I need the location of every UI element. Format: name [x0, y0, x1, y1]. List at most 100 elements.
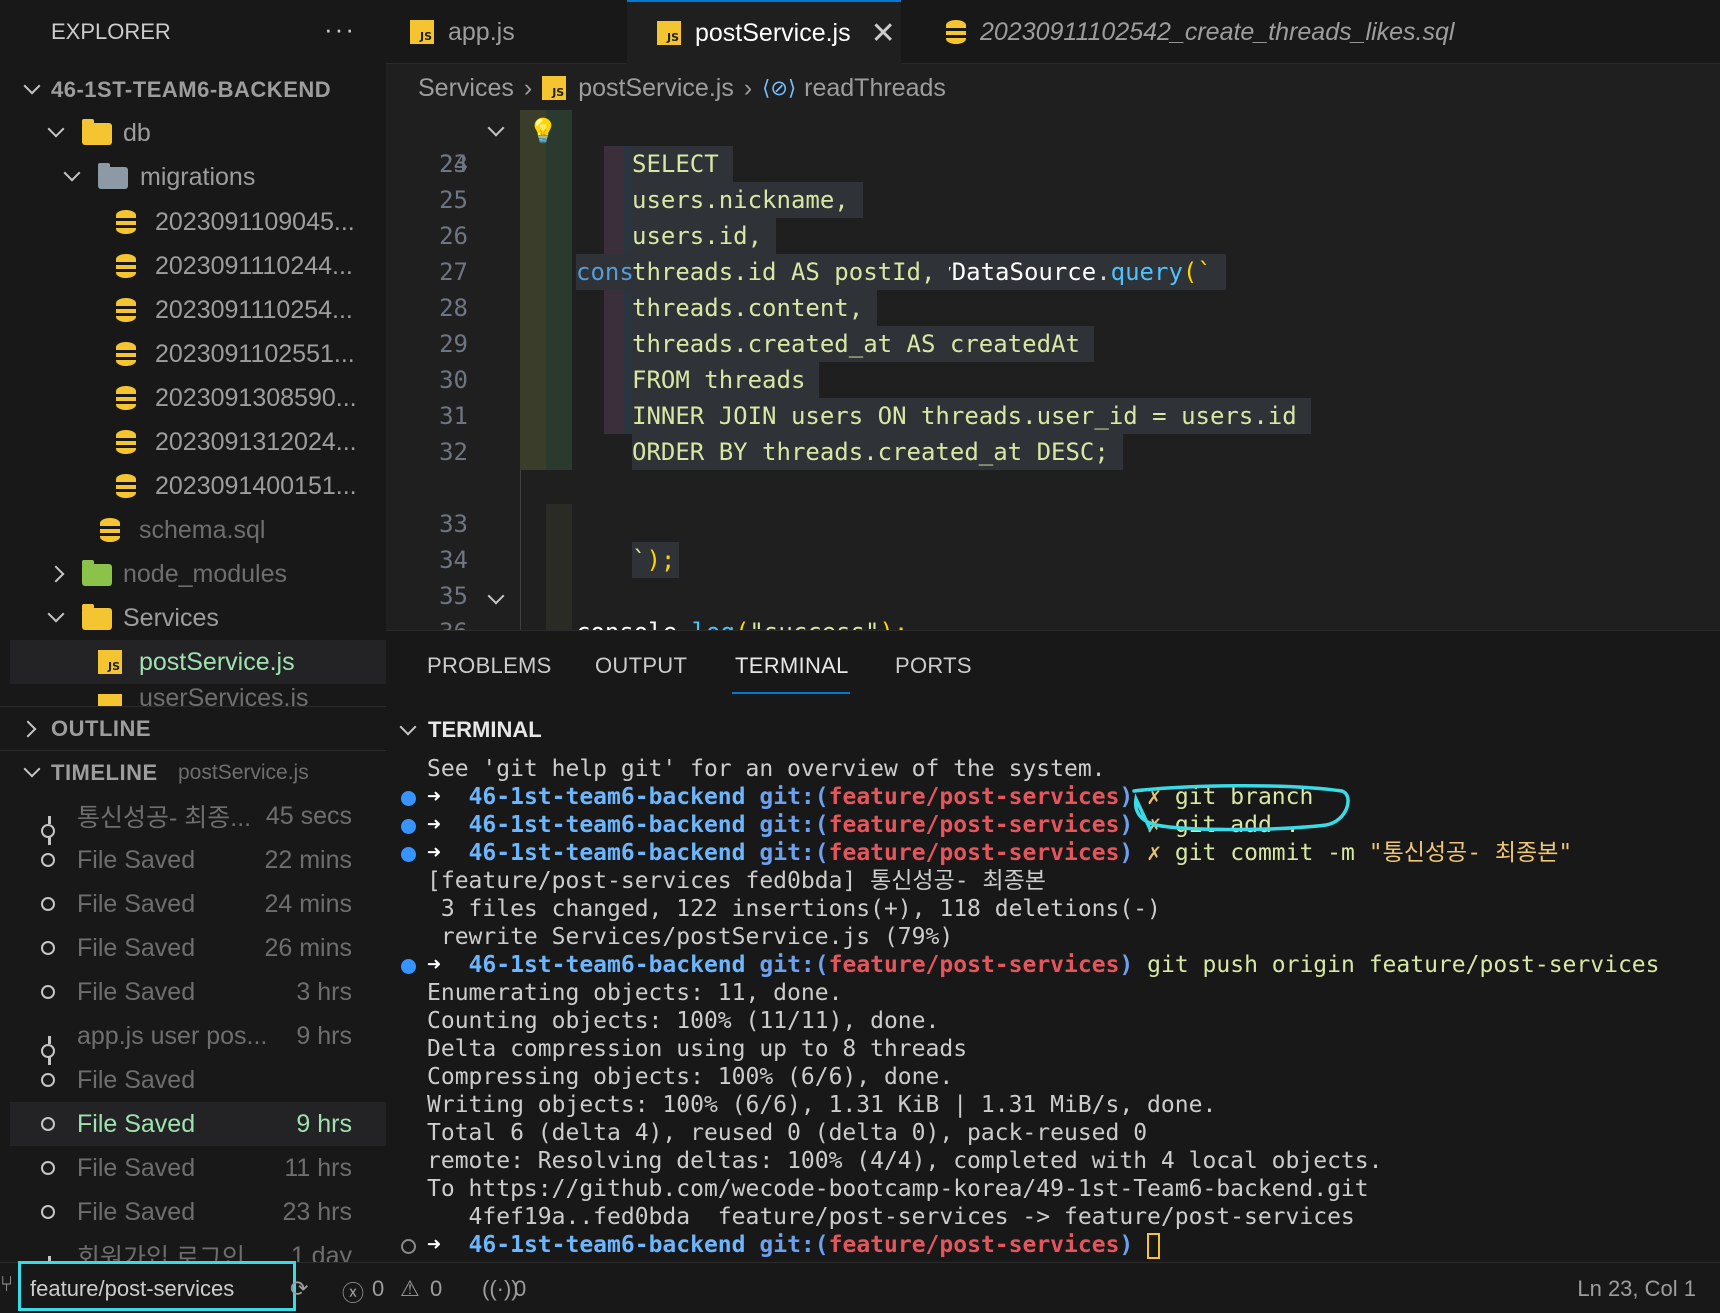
error-icon[interactable]: ⓧ	[342, 1276, 364, 1308]
code-editor[interactable]: 23 💡 const getThread = await myDataSourc…	[386, 110, 1720, 630]
timeline-entry[interactable]: File Saved	[10, 1058, 386, 1102]
timeline-entry[interactable]: File Saved 3 hrs	[10, 970, 386, 1014]
cursor-position[interactable]: Ln 23, Col 1	[1577, 1276, 1696, 1302]
database-file-icon	[116, 474, 136, 498]
tree-file-migration[interactable]: 2023091400151...	[0, 464, 386, 508]
warning-count[interactable]: 0	[430, 1276, 442, 1302]
file-saved-icon	[41, 1117, 55, 1131]
code-line: 33 `);	[386, 470, 1720, 578]
timeline-entry[interactable]: 통신성공- 최종... 45 secs	[10, 794, 386, 845]
tree-folder-migrations[interactable]: migrations	[0, 155, 386, 199]
tree-file-migration[interactable]: 2023091102551...	[0, 332, 386, 376]
outline-section[interactable]: OUTLINE	[0, 706, 386, 750]
tree-item-label: 2023091102551...	[155, 339, 355, 368]
ports-count[interactable]: 0	[514, 1276, 526, 1302]
timeline-section[interactable]: TIMELINE postService.js	[0, 750, 386, 794]
tab-sql-migration[interactable]: 20230911102542_create_threads_likes.sql	[946, 0, 1454, 64]
lightbulb-icon[interactable]: 💡	[528, 113, 558, 149]
chevron-down-icon	[47, 605, 65, 623]
tree-file-migration[interactable]: 2023091110244...	[0, 244, 386, 288]
tree-folder-services[interactable]: Services	[0, 596, 386, 640]
terminal-prompt-line: ➜ 46-1st-team6-backend git:(feature/post…	[427, 1231, 1161, 1259]
timeline-entry[interactable]: File Saved 9 hrs	[10, 1102, 386, 1146]
tree-file-user-services[interactable]: JS userServices.js	[0, 684, 386, 706]
chevron-down-icon	[23, 760, 41, 778]
terminal-prompt-line: ➜ 46-1st-team6-backend git:(feature/post…	[427, 952, 1660, 978]
warning-icon[interactable]: ⚠	[400, 1276, 420, 1302]
tree-item-label: schema.sql	[139, 515, 266, 544]
command-status-icon[interactable]	[401, 819, 416, 834]
file-saved-icon	[41, 985, 55, 999]
project-folder[interactable]: 46-1ST-TEAM6-BACKEND	[0, 68, 386, 112]
sync-icon[interactable]: ⟳	[290, 1276, 308, 1302]
tree-item-label: db	[123, 118, 151, 147]
timeline-label: File Saved	[77, 889, 196, 918]
chevron-down-icon	[23, 77, 41, 95]
tab-terminal[interactable]: TERMINAL	[735, 653, 849, 679]
breadcrumb-folder[interactable]: Services	[418, 74, 514, 103]
tree-folder-db[interactable]: db	[0, 111, 386, 155]
more-actions-icon[interactable]: ···	[324, 14, 356, 45]
timeline-entry[interactable]: File Saved 23 hrs	[10, 1190, 386, 1234]
command-status-icon[interactable]	[401, 959, 416, 974]
timeline-label: File Saved	[77, 977, 196, 1006]
remote-icon[interactable]: ⑂	[0, 1271, 13, 1299]
tab-problems[interactable]: PROBLEMS	[427, 653, 552, 679]
timeline-entry[interactable]: File Saved 11 hrs	[10, 1146, 386, 1190]
tree-file-migration[interactable]: 2023091109045...	[0, 200, 386, 244]
git-commit-icon	[41, 816, 55, 845]
timeline-entry[interactable]: File Saved 22 mins	[10, 838, 386, 882]
tab-label: app.js	[448, 17, 515, 46]
code-line: 30 FROM threads	[386, 362, 1720, 398]
tab-ports[interactable]: PORTS	[895, 653, 972, 679]
chevron-right-icon	[19, 720, 37, 738]
tree-file-migration[interactable]: 2023091110254...	[0, 288, 386, 332]
code-line: 28 threads.content,	[386, 290, 1720, 326]
tree-item-label: 2023091110254...	[155, 295, 353, 324]
timeline-entry[interactable]: File Saved 24 mins	[10, 882, 386, 926]
chevron-down-icon	[63, 164, 81, 182]
branch-indicator[interactable]: feature/post-services	[30, 1276, 234, 1302]
breadcrumb-symbol[interactable]: readThreads	[804, 74, 946, 103]
code-line: 34	[439, 546, 468, 574]
terminal-cursor	[1147, 1232, 1161, 1259]
tree-item-label: userServices.js	[139, 684, 309, 706]
file-saved-icon	[41, 941, 55, 955]
database-file-icon	[116, 298, 136, 322]
command-status-icon[interactable]	[401, 791, 416, 806]
terminal-line: Writing objects: 100% (6/6), 1.31 KiB | …	[427, 1092, 1217, 1118]
database-folder-icon	[82, 119, 112, 145]
tab-app-js[interactable]: JS app.js	[410, 0, 535, 64]
timeline-entry[interactable]: app.js user pos... 9 hrs	[10, 1014, 386, 1065]
tab-post-service[interactable]: JS postService.js ✕	[627, 0, 901, 64]
database-file-icon	[116, 342, 136, 366]
file-saved-icon	[41, 1205, 55, 1219]
terminal-line: remote: Resolving deltas: 100% (4/4), co…	[427, 1148, 1383, 1174]
tree-file-migration[interactable]: 2023091308590...	[0, 376, 386, 420]
timeline-label: File Saved	[77, 1153, 196, 1182]
command-status-icon[interactable]	[401, 847, 416, 862]
fold-chevron-icon[interactable]	[487, 587, 505, 605]
tree-item-label: postService.js	[139, 647, 295, 676]
tab-output[interactable]: OUTPUT	[595, 653, 687, 679]
tree-folder-node-modules[interactable]: node_modules	[0, 552, 386, 596]
timeline-time: 3 hrs	[296, 977, 352, 1006]
timeline-entry[interactable]: File Saved 26 mins	[10, 926, 386, 970]
terminal-line: rewrite Services/postService.js (79%)	[427, 924, 954, 950]
timeline-label: File Saved	[77, 1109, 196, 1138]
terminal-line: Counting objects: 100% (11/11), done.	[427, 1008, 940, 1034]
breadcrumb-file[interactable]: postService.js	[578, 74, 734, 103]
terminal-section-header[interactable]: TERMINAL	[386, 707, 1720, 753]
command-status-icon[interactable]	[401, 1239, 416, 1254]
tree-file-schema[interactable]: schema.sql	[0, 508, 386, 552]
terminal-section-title: TERMINAL	[428, 717, 542, 742]
timeline-label: File Saved	[77, 933, 196, 962]
tree-file-post-service[interactable]: JS postService.js	[10, 640, 386, 684]
timeline-entry[interactable]: 회원가입 로그인 1 day	[10, 1234, 386, 1262]
tree-file-migration[interactable]: 2023091312024...	[0, 420, 386, 464]
code-line: 23 💡 const getThread = await myDataSourc…	[386, 110, 1720, 290]
fold-chevron-icon[interactable]	[487, 119, 505, 137]
close-tab-icon[interactable]: ✕	[871, 16, 896, 51]
tree-item-label: 2023091312024...	[155, 427, 357, 456]
error-count[interactable]: 0	[372, 1276, 384, 1302]
